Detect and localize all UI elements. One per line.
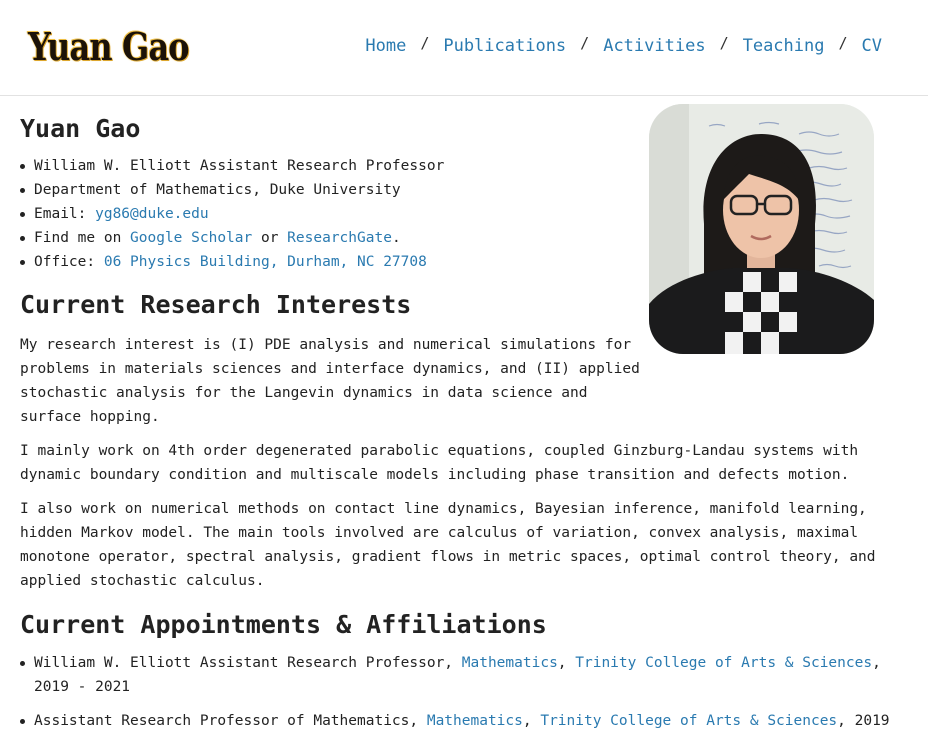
list-item: William W. Elliott Assistant Research Pr… <box>20 154 900 178</box>
main-nav: Home / Publications / Activities / Teach… <box>365 34 882 56</box>
google-scholar-link[interactable]: Google Scholar <box>130 230 252 246</box>
list-item: Office: 06 Physics Building, Durham, NC … <box>20 250 900 274</box>
research-paragraph: I mainly work on 4th order degenerated p… <box>20 443 859 483</box>
nav-separator: / <box>420 34 430 52</box>
nav-home[interactable]: Home <box>365 36 406 56</box>
list-item: Department of Mathematics, Duke Universi… <box>20 178 900 202</box>
nav-publications[interactable]: Publications <box>443 36 566 56</box>
nav-separator: / <box>580 34 590 52</box>
appointments-heading: Current Appointments & Affiliations <box>20 610 547 639</box>
nav-cv[interactable]: CV <box>862 36 882 56</box>
profile-title: William W. Elliott Assistant Research Pr… <box>34 158 445 174</box>
appointment-years: , 2019 <box>837 713 890 729</box>
list-item: William W. Elliott Assistant Research Pr… <box>20 651 900 699</box>
nav-separator: / <box>719 34 729 52</box>
profile-department: Department of Mathematics, Duke Universi… <box>34 182 401 198</box>
appointment-role: Assistant Research Professor of Mathemat… <box>34 713 427 729</box>
appointment-role: William W. Elliott Assistant Research Pr… <box>34 655 462 671</box>
trinity-college-link[interactable]: Trinity College of Arts & Sciences <box>575 655 872 671</box>
find-me-or: or <box>252 230 288 246</box>
list-item: Find me on Google Scholar or ResearchGat… <box>20 226 900 250</box>
office-label: Office: <box>34 254 104 270</box>
nav-teaching[interactable]: Teaching <box>743 36 825 56</box>
nav-activities[interactable]: Activities <box>603 36 705 56</box>
email-label: Email: <box>34 206 96 222</box>
researchgate-link[interactable]: ResearchGate <box>287 230 392 246</box>
find-me-prefix: Find me on <box>34 230 131 246</box>
site-header: Yuan Gao Home / Publications / Activitie… <box>0 0 928 96</box>
profile-info-list: William W. Elliott Assistant Research Pr… <box>20 154 900 274</box>
research-paragraph: I also work on numerical methods on cont… <box>20 501 876 589</box>
email-link[interactable]: yg86@duke.edu <box>95 206 209 222</box>
site-logo[interactable]: Yuan Gao <box>28 24 190 69</box>
list-item: Email: yg86@duke.edu <box>20 202 900 226</box>
appointment-comma: , <box>557 655 576 671</box>
find-me-suffix: . <box>391 230 401 246</box>
appointment-comma: , <box>522 713 541 729</box>
trinity-college-link[interactable]: Trinity College of Arts & Sciences <box>540 713 837 729</box>
nav-separator: / <box>838 34 848 52</box>
office-address-link[interactable]: 06 Physics Building, Durham, NC 27708 <box>104 254 427 270</box>
page-title: Yuan Gao <box>20 114 141 143</box>
research-paragraph: My research interest is (I) PDE analysis… <box>20 337 640 425</box>
main-content: Yuan Gao William W. Elliott Assistant Re… <box>20 96 900 733</box>
mathematics-link[interactable]: Mathematics <box>427 713 523 729</box>
appointments-list: William W. Elliott Assistant Research Pr… <box>20 651 900 733</box>
mathematics-link[interactable]: Mathematics <box>462 655 558 671</box>
list-item: Assistant Research Professor of Mathemat… <box>20 709 900 733</box>
research-heading: Current Research Interests <box>20 290 412 319</box>
